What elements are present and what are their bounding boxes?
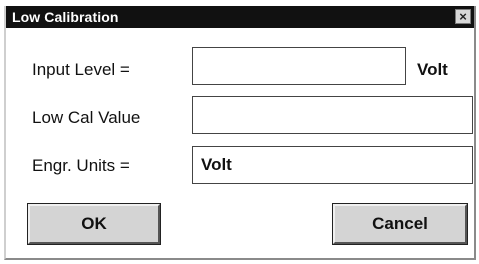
low-calibration-dialog: Low Calibration × Input Level = Volt Low… bbox=[4, 6, 476, 260]
input-level-unit: Volt bbox=[417, 60, 448, 79]
input-level-field[interactable] bbox=[192, 47, 406, 85]
engr-units-field[interactable]: Volt bbox=[192, 146, 473, 184]
ok-button[interactable]: OK bbox=[27, 203, 161, 245]
input-level-label: Input Level = bbox=[32, 60, 130, 79]
cancel-button[interactable]: Cancel bbox=[332, 203, 468, 245]
low-cal-field[interactable] bbox=[192, 96, 473, 134]
title-bar: Low Calibration × bbox=[6, 6, 474, 28]
engr-units-label: Engr. Units = bbox=[32, 156, 130, 175]
close-icon[interactable]: × bbox=[455, 9, 471, 24]
low-cal-label: Low Cal Value bbox=[32, 108, 141, 127]
dialog-title: Low Calibration bbox=[12, 9, 119, 25]
